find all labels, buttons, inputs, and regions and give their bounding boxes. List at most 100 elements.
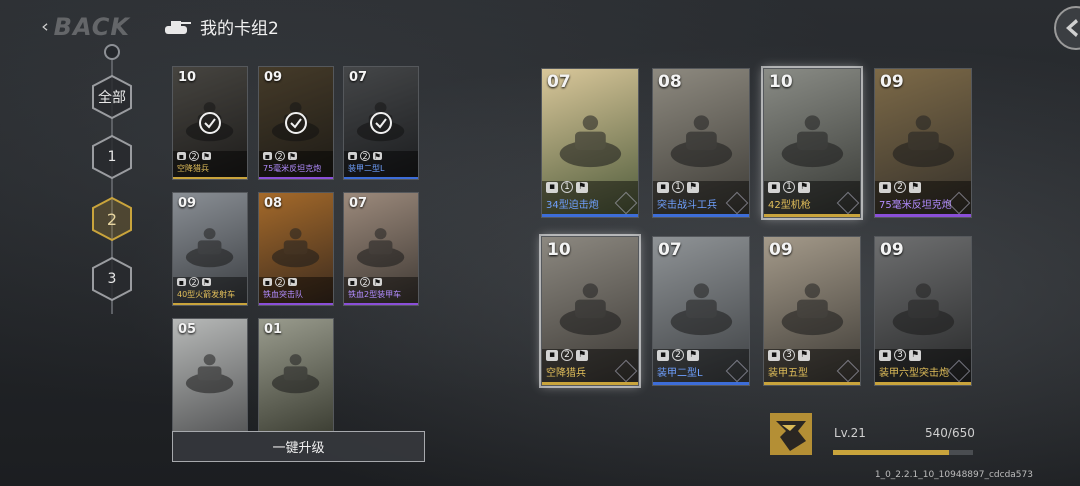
collection-card[interactable]: 10 ▪ 2 ⚑ 空降猎兵 [172, 66, 248, 180]
upgrade-all-button[interactable]: 一键升级 [172, 431, 425, 462]
deck-card[interactable]: 10 ▪ 2 ⚑ 空降猎兵 [539, 234, 641, 388]
card-stats: ▪ 2 ⚑ [542, 349, 638, 361]
rail-tab-2[interactable]: 2 [91, 196, 133, 242]
card-level: 01 [264, 322, 283, 337]
flag-icon: ⚑ [373, 151, 382, 161]
card-footer: ▪ 2 ⚑ 装甲二型L [344, 151, 418, 179]
flag-icon: ⚑ [798, 349, 810, 361]
card-cost: 2 [275, 151, 285, 161]
card-level: 10 [178, 70, 197, 85]
back-button[interactable]: BACK [40, 10, 130, 44]
card-stats: ▪ 2 ⚑ [173, 277, 247, 287]
card-stats: ▪ 1 ⚑ [653, 181, 749, 193]
card-stats: ▪ 3 ⚑ [764, 349, 860, 361]
collection-card[interactable]: 09 ▪ 2 ⚑ 40型火箭发射车 [172, 192, 248, 306]
tank-icon [165, 20, 191, 34]
rarity-bar [542, 214, 638, 217]
chevron-left-icon [42, 23, 48, 31]
card-level: 09 [178, 196, 197, 211]
card-level: 09 [769, 240, 793, 260]
card-level: 09 [264, 70, 283, 85]
rank-emblem-icon [770, 413, 812, 455]
deck-card[interactable]: 10 ▪ 1 ⚑ 42型机枪 [761, 66, 863, 220]
flag-icon: ⚑ [288, 151, 297, 161]
card-cost: 2 [275, 277, 285, 287]
collection-card[interactable]: 05 [172, 318, 248, 432]
deck-card[interactable]: 09 ▪ 2 ⚑ 75毫米反坦克炮 [874, 68, 972, 218]
card-figure-icon [272, 353, 320, 393]
rail-tab-0[interactable]: 全部 [91, 74, 133, 120]
rail-tab-label: 2 [106, 209, 118, 229]
card-level: 07 [547, 72, 571, 92]
unit-type-icon: ▪ [348, 277, 357, 287]
deck-title: 我的卡组2 [162, 14, 279, 39]
collection-card[interactable]: 08 ▪ 2 ⚑ 铁血突击队 [258, 192, 334, 306]
back-label: BACK [53, 13, 130, 41]
unit-type-icon: ▪ [546, 349, 558, 361]
flag-icon: ⚑ [576, 349, 588, 361]
card-level: 08 [658, 72, 682, 92]
deck-card[interactable]: 07 ▪ 2 ⚑ 装甲二型L [652, 236, 750, 386]
card-cost: 2 [561, 349, 573, 361]
deck-card[interactable]: 07 ▪ 1 ⚑ 34型迫击炮 [541, 68, 639, 218]
card-cost: 2 [189, 151, 199, 161]
flag-icon: ⚑ [576, 181, 588, 193]
rarity-bar [259, 303, 333, 305]
card-stats: ▪ 2 ⚑ [259, 277, 333, 287]
card-figure-icon [670, 282, 732, 335]
card-cost: 1 [561, 181, 573, 193]
rail-tab-3[interactable]: 3 [91, 256, 133, 302]
card-cost: 2 [360, 151, 370, 161]
card-level: 07 [349, 196, 368, 211]
rarity-bar [542, 382, 638, 385]
card-level: 08 [264, 196, 283, 211]
flag-icon: ⚑ [373, 277, 382, 287]
unit-type-icon: ▪ [177, 151, 186, 161]
player-level: Lv.21 [834, 426, 866, 440]
card-cost: 1 [783, 181, 795, 193]
card-name: 铁血2型装甲车 [348, 290, 402, 299]
card-level: 09 [880, 240, 904, 260]
card-level: 05 [178, 322, 197, 337]
card-cost: 2 [360, 277, 370, 287]
collection-card[interactable]: 07 ▪ 2 ⚑ 铁血2型装甲车 [343, 192, 419, 306]
card-footer: ▪ 2 ⚑ 75毫米反坦克炮 [259, 151, 333, 179]
check-icon [285, 112, 307, 134]
version-text: 1_0_2.2.1_10_10948897_cdcda573 [874, 470, 1033, 480]
unit-type-icon: ▪ [263, 151, 272, 161]
collection-card[interactable]: 01 [258, 318, 334, 432]
rarity-bar [173, 303, 247, 305]
check-icon [199, 112, 221, 134]
deck-card[interactable]: 09 ▪ 3 ⚑ 装甲五型 [763, 236, 861, 386]
card-figure-icon [357, 227, 405, 267]
deck-card[interactable]: 09 ▪ 3 ⚑ 装甲六型突击炮 [874, 236, 972, 386]
collection-card[interactable]: 07 ▪ 2 ⚑ 装甲二型L [343, 66, 419, 180]
unit-type-icon: ▪ [657, 349, 669, 361]
check-icon [370, 112, 392, 134]
card-cost: 2 [894, 181, 906, 193]
rail-tab-1[interactable]: 1 [91, 134, 133, 180]
deck-title-text: 我的卡组2 [200, 19, 279, 39]
collection-card[interactable]: 09 ▪ 2 ⚑ 75毫米反坦克炮 [258, 66, 334, 180]
card-cost: 3 [894, 349, 906, 361]
card-figure-icon [781, 114, 843, 167]
card-level: 07 [658, 240, 682, 260]
card-figure-icon [559, 114, 621, 167]
card-stats: ▪ 1 ⚑ [764, 181, 860, 193]
card-cost: 1 [672, 181, 684, 193]
unit-type-icon: ▪ [879, 181, 891, 193]
card-level: 07 [349, 70, 368, 85]
flag-icon: ⚑ [909, 181, 921, 193]
card-stats: ▪ 3 ⚑ [875, 349, 971, 361]
card-level: 10 [769, 72, 793, 92]
card-stats: ▪ 2 ⚑ [875, 181, 971, 193]
rail-tab-label: 全部 [98, 90, 126, 106]
deck-card[interactable]: 08 ▪ 1 ⚑ 突击战斗工兵 [652, 68, 750, 218]
card-stats: ▪ 2 ⚑ [173, 151, 247, 161]
card-figure-icon [186, 227, 234, 267]
rarity-bar [259, 177, 333, 179]
card-name: 装甲二型L [348, 164, 385, 173]
unit-type-icon: ▪ [263, 277, 272, 287]
rail-tab-label: 1 [107, 149, 117, 165]
unit-type-icon: ▪ [768, 349, 780, 361]
